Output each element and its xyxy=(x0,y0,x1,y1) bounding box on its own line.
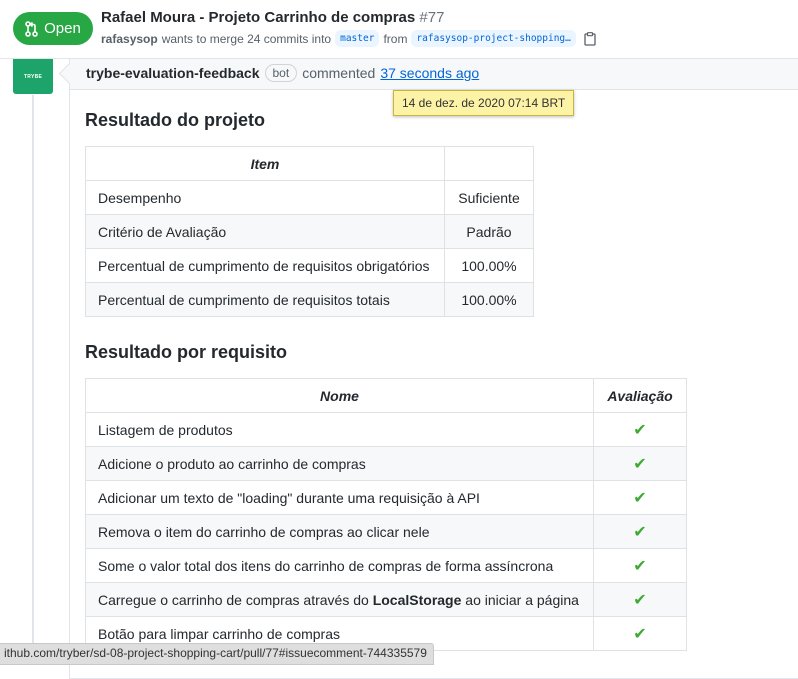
check-icon: ✔ xyxy=(633,489,647,507)
comment-caret xyxy=(58,62,81,85)
table-row: Critério de Avaliação Padrão xyxy=(85,214,534,249)
table-row: Carregue o carrinho de compras através d… xyxy=(85,582,687,617)
pr-number: #77 xyxy=(419,9,445,26)
item-cell: Desempenho xyxy=(85,180,445,215)
requirement-name-bold: LocalStorage xyxy=(372,591,462,608)
head-branch[interactable]: rafasysop-project-shopping… xyxy=(411,30,576,47)
comment-header-text: trybe-evaluation-feedback bot commented … xyxy=(86,64,479,82)
item-cell: Critério de Avaliação xyxy=(85,214,445,249)
pr-author-link[interactable]: rafasysop xyxy=(101,32,158,46)
pr-state-badge: Open xyxy=(13,12,93,45)
column-header-name: Nome xyxy=(85,378,594,413)
evaluation-cell: ✔ xyxy=(593,446,687,481)
pr-meta: rafasysop wants to merge 24 commits into… xyxy=(101,30,596,47)
pr-title: Rafael Moura - Projeto Carrinho de compr… xyxy=(101,9,444,26)
pr-from-text: from xyxy=(383,31,408,46)
project-result-table: Item Desempenho Suficiente Critério de Ava… xyxy=(85,146,534,317)
requirement-name-part: ao iniciar a página xyxy=(461,591,579,608)
requirements-table: Nome Avaliação Listagem de produtos ✔ Adic… xyxy=(85,378,687,651)
bot-label: bot xyxy=(264,64,298,82)
item-cell: Percentual de cumprimento de requisitos … xyxy=(85,248,445,283)
requirement-name-cell: Adicione o produto ao carrinho de compra… xyxy=(85,446,594,481)
requirement-name-part: Carregue o carrinho de compras através d… xyxy=(98,591,373,608)
value-cell: Padrão xyxy=(444,214,534,249)
status-bar-url: ithub.com/tryber/sd-08-project-shopping-… xyxy=(0,643,434,665)
requirement-name-cell: Carregue o carrinho de compras através d… xyxy=(85,582,594,617)
comment-header: trybe-evaluation-feedback bot commented … xyxy=(58,58,798,90)
timestamp-tooltip: 14 de dez. de 2020 07:14 BRT xyxy=(393,90,575,116)
table-row: Percentual de cumprimento de requisitos … xyxy=(85,282,534,317)
column-header-item: Item xyxy=(85,146,445,181)
project-result-heading: Resultado do projeto xyxy=(85,110,265,130)
value-cell: 100.00% xyxy=(444,282,534,317)
evaluation-cell: ✔ xyxy=(593,412,687,447)
table-row: Listagem de produtos ✔ xyxy=(85,412,687,447)
pr-title-text: Rafael Moura - Projeto Carrinho de compr… xyxy=(101,9,416,26)
evaluation-cell: ✔ xyxy=(593,514,687,549)
table-row: Desempenho Suficiente xyxy=(85,180,534,215)
comment-box: trybe-evaluation-feedback bot commented … xyxy=(58,58,798,679)
item-cell: Percentual de cumprimento de requisitos … xyxy=(85,282,445,317)
check-icon: ✔ xyxy=(633,557,647,575)
value-cell: Suficiente xyxy=(444,180,534,215)
requirement-name-cell: Remova o item do carrinho de compras ao … xyxy=(85,514,594,549)
base-branch[interactable]: master xyxy=(335,30,380,47)
evaluation-cell: ✔ xyxy=(593,582,687,617)
column-header-value xyxy=(444,146,534,181)
pull-request-icon xyxy=(25,20,38,37)
evaluation-cell: ✔ xyxy=(593,548,687,583)
table-row: Adicione o produto ao carrinho de compra… xyxy=(85,446,687,481)
timeline-line xyxy=(32,95,34,663)
evaluation-cell: ✔ xyxy=(593,616,687,651)
column-header-evaluation: Avaliação xyxy=(593,378,687,413)
requirement-name-cell: Adicionar um texto de "loading" durante … xyxy=(85,480,594,515)
pr-header: Open Rafael Moura - Projeto Carrinho de … xyxy=(0,0,798,59)
comment-time-link[interactable]: 37 seconds ago xyxy=(380,65,479,81)
table-row: Percentual de cumprimento de requisitos … xyxy=(85,248,534,283)
pr-state-label: Open xyxy=(44,20,81,37)
check-icon: ✔ xyxy=(633,455,647,473)
check-icon: ✔ xyxy=(633,421,647,439)
table-row: Remova o item do carrinho de compras ao … xyxy=(85,514,687,549)
clipboard-icon[interactable] xyxy=(584,31,596,46)
check-icon: ✔ xyxy=(633,625,647,643)
pr-merge-text: wants to merge 24 commits into xyxy=(161,31,332,46)
evaluation-cell: ✔ xyxy=(593,480,687,515)
check-icon: ✔ xyxy=(633,591,647,609)
value-cell: 100.00% xyxy=(444,248,534,283)
requirement-name-cell: Some o valor total dos itens do carrinho… xyxy=(85,548,594,583)
comment-action: commented xyxy=(302,65,376,81)
bot-avatar[interactable]: TRYBE xyxy=(13,59,53,94)
table-row: Some o valor total dos itens do carrinho… xyxy=(85,548,687,583)
table-row: Adicionar um texto de "loading" durante … xyxy=(85,480,687,515)
check-icon: ✔ xyxy=(633,523,647,541)
requirements-result-heading: Resultado por requisito xyxy=(85,342,288,362)
requirement-name-cell: Listagem de produtos xyxy=(85,412,594,447)
comment-author-link[interactable]: trybe-evaluation-feedback xyxy=(86,65,260,81)
